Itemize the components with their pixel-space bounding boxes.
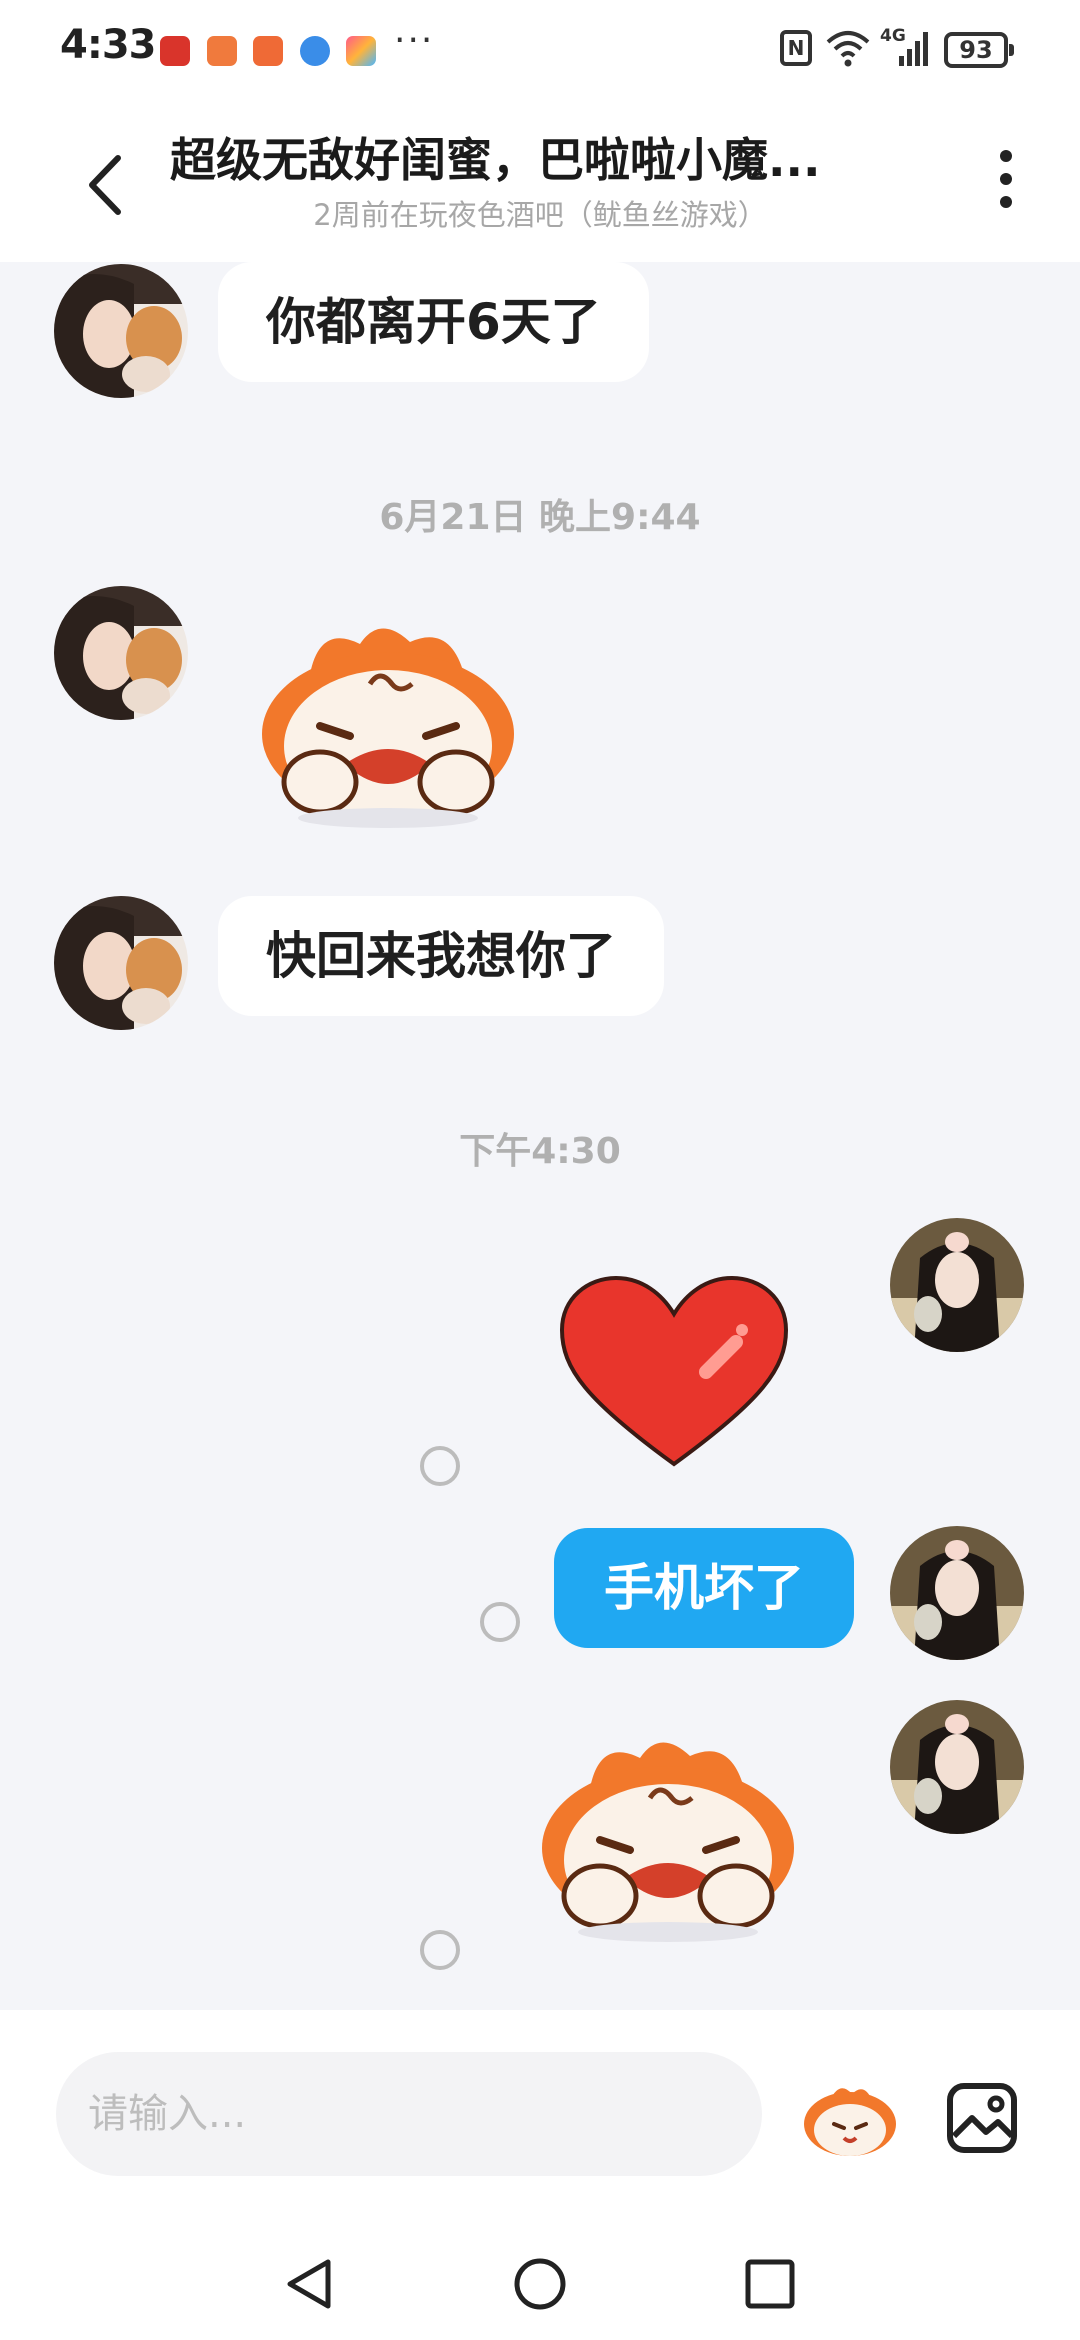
square-recent-icon[interactable] (742, 2256, 798, 2312)
message-list[interactable]: 你都离开6天了 6月21日 晚上9:44 快回来我想你了 下午4:30 手机坏了 (0, 262, 1080, 2010)
browser-app-icon (300, 36, 330, 66)
received-message-bubble[interactable]: 你都离开6天了 (218, 262, 649, 382)
input-bar: 请输入... (0, 2010, 1080, 2180)
unread-status-indicator (420, 1446, 460, 1486)
received-message-bubble[interactable]: 快回来我想你了 (218, 896, 664, 1016)
image-icon[interactable] (946, 2082, 1018, 2154)
timestamp: 6月21日 晚上9:44 (379, 497, 701, 538)
user-avatar[interactable] (890, 1526, 1024, 1660)
more-vertical-icon[interactable] (990, 150, 1022, 220)
crying-mascot-sticker[interactable] (530, 1728, 806, 1948)
book-app-icon (253, 36, 283, 66)
circle-home-icon[interactable] (512, 2256, 568, 2312)
mascot-emoji-icon[interactable] (800, 2080, 900, 2160)
huawei-app-icon (160, 36, 190, 66)
tool-app-icon (346, 36, 376, 66)
message-input[interactable]: 请输入... (56, 2052, 762, 2176)
user-avatar[interactable] (890, 1700, 1024, 1834)
wifi-icon (826, 31, 870, 67)
back-arrow-icon[interactable] (80, 150, 130, 220)
crying-mascot-sticker[interactable] (250, 614, 526, 834)
more-notifications-icon: ··· (394, 20, 435, 61)
unread-status-indicator (480, 1602, 520, 1642)
chat-header: 超级无敌好闺蜜，巴啦啦小魔... 2周前在玩夜色酒吧（鱿鱼丝游戏） (0, 100, 1080, 262)
unread-status-indicator (420, 1930, 460, 1970)
contact-avatar[interactable] (54, 896, 188, 1030)
chat-subtitle: 2周前在玩夜色酒吧（鱿鱼丝游戏） (313, 198, 767, 232)
system-navigation-bar (0, 2180, 1080, 2340)
nfc-icon: N (780, 30, 812, 66)
user-avatar[interactable] (890, 1218, 1024, 1352)
book-app-icon (207, 36, 237, 66)
timestamp: 下午4:30 (459, 1131, 621, 1172)
status-bar: 4:33 ··· N 4G 93 (0, 0, 1080, 100)
sent-message-bubble[interactable]: 手机坏了 (554, 1528, 854, 1648)
triangle-back-icon[interactable] (282, 2256, 338, 2312)
battery-indicator: 93 (944, 32, 1014, 68)
signal-icon (899, 32, 928, 66)
status-time: 4:33 (60, 22, 156, 68)
contact-avatar[interactable] (54, 264, 188, 398)
contact-avatar[interactable] (54, 586, 188, 720)
heart-sticker[interactable] (556, 1272, 792, 1472)
chat-title[interactable]: 超级无敌好闺蜜，巴啦啦小魔... (170, 124, 910, 190)
